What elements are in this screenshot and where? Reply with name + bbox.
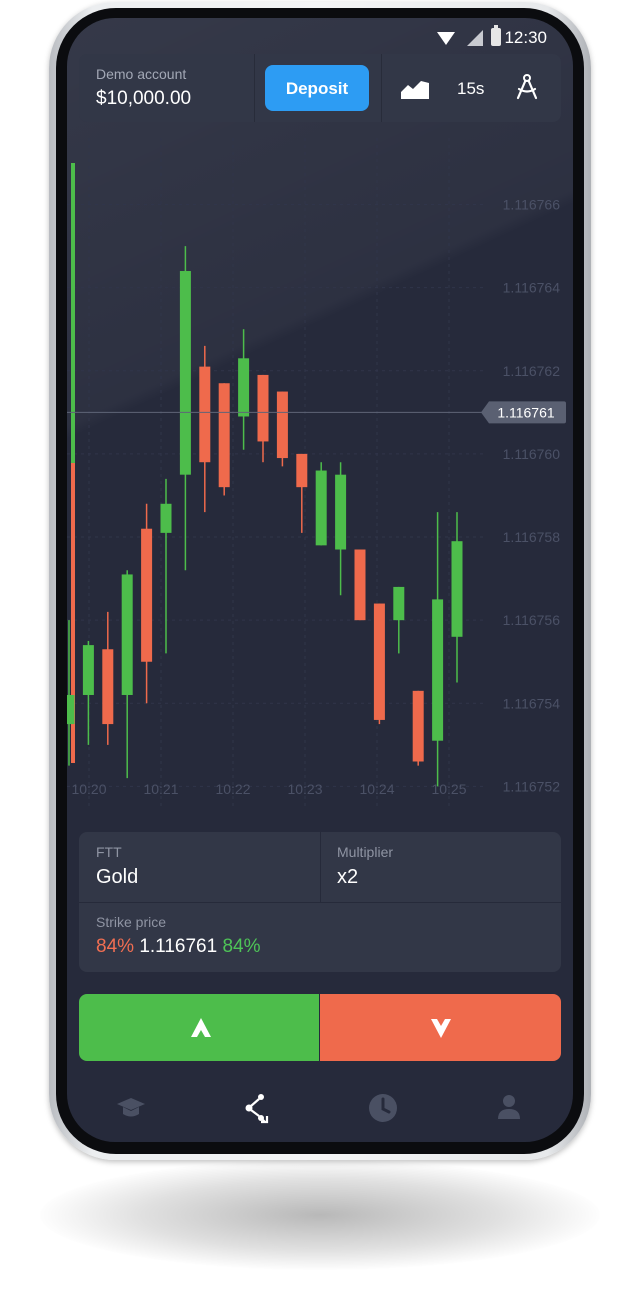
candle-body: [141, 528, 153, 662]
candle-body: [67, 694, 75, 725]
y-axis-label: 1.116758: [503, 529, 561, 545]
divider: [320, 832, 321, 902]
account-balance[interactable]: $10,000.00: [96, 88, 191, 110]
sell-down-button[interactable]: [320, 994, 561, 1061]
y-axis-label: 1.116760: [503, 446, 561, 462]
candle-body: [276, 391, 288, 459]
x-axis-label: 10:20: [71, 781, 106, 797]
history-icon[interactable]: [363, 1088, 403, 1128]
candle-body: [238, 358, 250, 417]
bottom-nav: [67, 1078, 573, 1138]
candle-body: [82, 645, 94, 695]
x-axis-label: 10:22: [215, 781, 250, 797]
multiplier-selector[interactable]: x2: [337, 866, 358, 889]
candle-body: [160, 503, 172, 533]
deposit-button[interactable]: Deposit: [265, 65, 369, 111]
candle-body: [354, 549, 366, 621]
payout-down-percent: 84%: [96, 936, 135, 957]
y-axis-label: 1.116764: [503, 280, 561, 296]
candle-body: [296, 453, 308, 488]
candle-body: [102, 649, 114, 725]
arrow-down-icon: [431, 1019, 451, 1038]
signal-icon: [467, 30, 483, 46]
divider: [381, 54, 382, 122]
candle-body: [412, 690, 424, 762]
current-price-label: 1.116761: [497, 404, 555, 420]
candle-body: [179, 271, 191, 475]
candle-body: [315, 470, 327, 546]
candle-body: [218, 383, 230, 488]
candle-body: [199, 366, 211, 463]
status-bar: 12:30: [67, 18, 573, 56]
y-axis-label: 1.116752: [503, 778, 561, 794]
candle-body: [432, 599, 444, 741]
education-icon[interactable]: [111, 1088, 151, 1128]
candle-body: [335, 474, 347, 550]
timeframe-selector[interactable]: 15s: [457, 79, 484, 99]
battery-icon: [491, 25, 501, 46]
y-axis-label: 1.116754: [503, 695, 561, 711]
multiplier-label: Multiplier: [337, 844, 394, 860]
x-axis-label: 10:25: [431, 781, 466, 797]
trade-form: FTT Gold Multiplier x2 Strike price 84% …: [79, 832, 561, 972]
payout-up-percent: 84%: [222, 936, 261, 957]
status-time: 12:30: [504, 28, 547, 47]
account-label: Demo account: [96, 66, 187, 82]
strike-price-label: Strike price: [96, 914, 167, 930]
y-axis-label: 1.116766: [503, 197, 561, 213]
candle-body: [393, 586, 405, 621]
strike-price-row[interactable]: 84% 1.116761 84%: [96, 936, 260, 958]
candle-partial: [71, 163, 75, 463]
wifi-icon: [437, 32, 455, 45]
ftt-label: FTT: [96, 844, 122, 860]
y-axis-label: 1.116756: [503, 612, 561, 628]
compass-drawing-icon[interactable]: [515, 74, 539, 100]
strike-price-value: 1.116761: [139, 936, 218, 957]
candlestick-chart[interactable]: 1.116766 1.116764 1.116762 1.116760 1.116758…: [67, 138, 573, 828]
app-screen: 12:30 Demo account $10,000.00 Deposit 15…: [67, 18, 573, 1142]
phone-shadow: [40, 1160, 600, 1270]
candle-body: [257, 374, 269, 442]
account-toolbar: Demo account $10,000.00 Deposit 15s: [79, 54, 561, 122]
divider: [254, 54, 255, 122]
candle-body: [451, 541, 463, 637]
candle-body: [121, 574, 133, 695]
candle-body: [373, 603, 385, 720]
asset-selector[interactable]: Gold: [96, 866, 138, 889]
x-axis-label: 10:24: [359, 781, 394, 797]
area-chart-icon[interactable]: [401, 79, 429, 99]
x-axis-label: 10:21: [143, 781, 178, 797]
arrow-up-icon: [191, 1018, 211, 1037]
price-chart[interactable]: 1.116766 1.116764 1.116762 1.116760 1.116758…: [67, 138, 573, 828]
y-axis-label: 1.116762: [503, 363, 561, 379]
trade-icon[interactable]: [237, 1088, 277, 1128]
divider: [79, 902, 561, 903]
x-axis-label: 10:23: [287, 781, 322, 797]
buy-up-button[interactable]: [79, 994, 319, 1061]
profile-icon[interactable]: [489, 1088, 529, 1128]
